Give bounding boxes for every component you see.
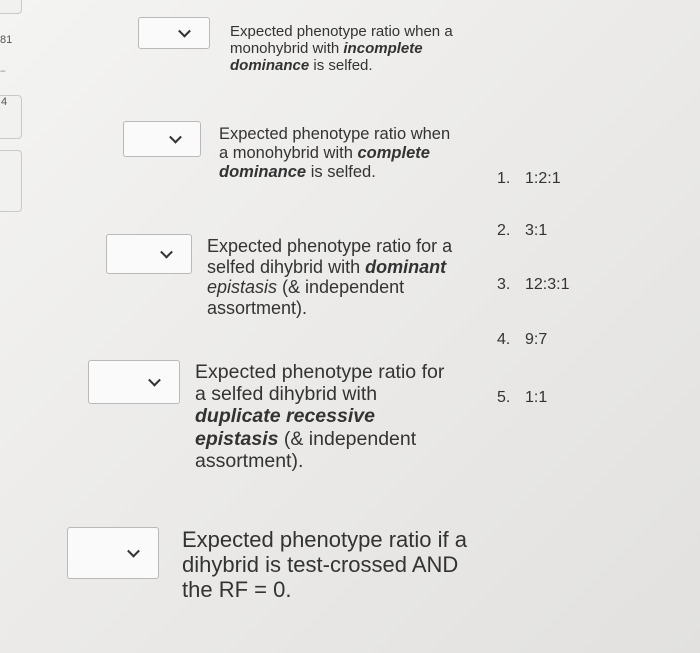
answer-dropdown-4[interactable] [88,360,180,404]
choice-item: 3. 12:3:1 [497,276,570,293]
chevron-down-icon [127,544,140,558]
sidebar-number-mid: 4 [1,96,8,108]
question-3-text: Expected phenotype ratio for a selfed di… [207,236,453,318]
sidebar-number-top: 81 [0,34,13,46]
sidebar-edge: 81 -- 4 [0,0,22,653]
chevron-down-icon [178,24,191,38]
question-4-text: Expected phenotype ratio for a selfed di… [195,361,445,472]
chevron-down-icon [148,373,161,387]
sidebar-dash: -- [0,66,6,77]
question-1-text: Expected phenotype ratio when a monohybr… [230,23,453,75]
question-2-text: Expected phenotype ratio when a monohybr… [219,125,451,181]
sidebar-box-top[interactable] [0,0,22,14]
choice-item: 1. 1:2:1 [497,170,561,187]
choice-item: 5. 1:1 [497,389,548,406]
choice-item: 2. 3:1 [497,222,548,239]
chevron-down-icon [160,245,173,259]
answer-dropdown-2[interactable] [123,121,201,157]
sidebar-box-low[interactable] [0,150,22,212]
choice-item: 4. 9:7 [497,331,548,348]
question-5-text: Expected phenotype ratio if a dihybrid i… [182,527,467,603]
answer-dropdown-1[interactable] [138,17,210,49]
answer-dropdown-5[interactable] [67,527,159,579]
chevron-down-icon [169,130,182,144]
sidebar-box-mid[interactable]: 4 [0,95,22,139]
answer-dropdown-3[interactable] [106,234,192,274]
